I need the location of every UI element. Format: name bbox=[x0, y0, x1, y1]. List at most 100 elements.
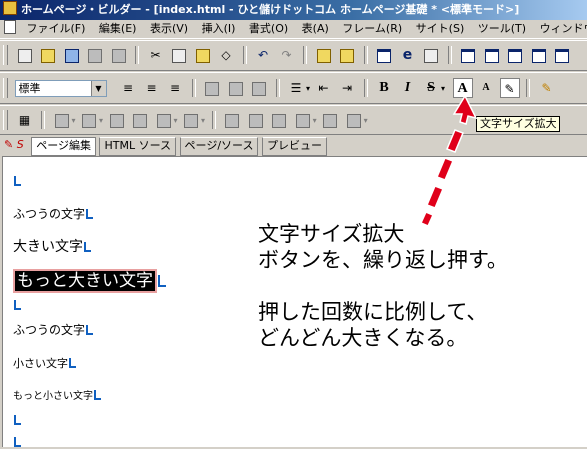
menu-edit[interactable]: 編集(E) bbox=[94, 20, 142, 38]
return-mark-icon bbox=[94, 390, 101, 400]
eraser-icon[interactable]: ◇ bbox=[216, 45, 236, 65]
empty-line[interactable] bbox=[13, 299, 21, 312]
dropdown-arrow-icon: ▾ bbox=[312, 116, 317, 125]
paragraph-style-select[interactable]: 標準 ▼ bbox=[14, 79, 107, 97]
cut-icon[interactable]: ✂ bbox=[146, 45, 166, 65]
row-props-icon[interactable] bbox=[246, 110, 266, 130]
toolbar-separator bbox=[275, 79, 280, 97]
toolbar-grip[interactable] bbox=[3, 78, 8, 98]
editor-line[interactable]: もっと大きい文字 bbox=[13, 266, 166, 293]
return-mark-icon bbox=[69, 358, 76, 368]
indent-icon[interactable]: ⇥ bbox=[337, 78, 357, 98]
undo-icon[interactable]: ↶ bbox=[253, 45, 273, 65]
toolbar-grip[interactable] bbox=[3, 110, 8, 130]
editor-line[interactable]: ふつうの文字 bbox=[13, 205, 94, 222]
menu-tools[interactable]: ツール(T) bbox=[473, 20, 531, 38]
table-align-icon[interactable] bbox=[269, 110, 289, 130]
site-icon[interactable] bbox=[552, 45, 572, 65]
delete-row-icon[interactable] bbox=[154, 110, 174, 130]
open-folder-icon[interactable] bbox=[38, 45, 58, 65]
menu-site[interactable]: サイト(S) bbox=[411, 20, 470, 38]
cell-color-icon[interactable] bbox=[293, 110, 313, 130]
publish-icon[interactable] bbox=[337, 45, 357, 65]
frame-icon[interactable] bbox=[482, 45, 502, 65]
annotation-line: どんどん大きくなる。 bbox=[258, 326, 468, 350]
menu-frame[interactable]: フレーム(R) bbox=[337, 20, 407, 38]
insert-row-icon[interactable] bbox=[52, 110, 72, 130]
menu-insert[interactable]: 挿入(I) bbox=[197, 20, 241, 38]
align-left-icon[interactable]: ≡ bbox=[118, 78, 138, 98]
toolbar-grip[interactable] bbox=[3, 45, 8, 65]
outdent-icon[interactable]: ⇤ bbox=[314, 78, 334, 98]
menu-format[interactable]: 書式(O) bbox=[244, 20, 293, 38]
font-size-decrease-button[interactable]: A bbox=[476, 78, 496, 98]
menu-table[interactable]: 表(A) bbox=[297, 20, 334, 38]
cell-border-icon[interactable] bbox=[320, 110, 340, 130]
editor-line[interactable]: ふつうの文字 bbox=[13, 321, 94, 338]
browser-icon[interactable]: e bbox=[398, 45, 418, 65]
align-right-icon[interactable]: ≡ bbox=[165, 78, 185, 98]
insert-column-icon[interactable] bbox=[79, 110, 99, 130]
split-cells-icon[interactable] bbox=[130, 110, 150, 130]
highlight-icon[interactable]: ✎ bbox=[537, 78, 557, 98]
tab-preview[interactable]: プレビュー bbox=[261, 137, 327, 156]
document-icon[interactable] bbox=[4, 20, 16, 34]
valign-top-icon[interactable] bbox=[202, 78, 222, 98]
layout-icon[interactable] bbox=[505, 45, 525, 65]
save-all-icon[interactable] bbox=[85, 45, 105, 65]
save-icon[interactable] bbox=[62, 45, 82, 65]
empty-line[interactable] bbox=[13, 436, 21, 449]
dropdown-arrow-icon: ▾ bbox=[99, 116, 104, 125]
editor-line[interactable]: 大きい文字 bbox=[13, 236, 91, 256]
list-dropdown-icon[interactable]: ▾ bbox=[306, 84, 310, 93]
text-color-icon[interactable]: ✎ bbox=[499, 78, 520, 98]
selected-larger-text[interactable]: もっと大きい文字 bbox=[13, 269, 157, 293]
toolbar-separator bbox=[303, 46, 307, 64]
redo-icon[interactable]: ↷ bbox=[277, 45, 297, 65]
menu-bar: ファイル(F) 編集(E) 表示(V) 挿入(I) 書式(O) 表(A) フレー… bbox=[0, 20, 587, 39]
normal-text: ふつうの文字 bbox=[13, 323, 86, 337]
new-file-icon[interactable] bbox=[15, 45, 35, 65]
tag-icon[interactable] bbox=[421, 45, 441, 65]
tab-page-edit[interactable]: ページ編集 bbox=[31, 137, 96, 156]
bullet-list-icon[interactable]: ☰ bbox=[286, 78, 306, 98]
insert-table-icon[interactable]: ▦ bbox=[15, 110, 35, 130]
align-center-icon[interactable]: ≡ bbox=[142, 78, 162, 98]
menu-file[interactable]: ファイル(F) bbox=[22, 20, 91, 38]
print-icon[interactable] bbox=[109, 45, 129, 65]
copy-icon[interactable] bbox=[169, 45, 189, 65]
style-dropdown-icon[interactable]: ▾ bbox=[441, 84, 445, 93]
cell-props-icon[interactable] bbox=[222, 110, 242, 130]
return-mark-icon bbox=[158, 275, 166, 287]
upload-icon[interactable] bbox=[314, 45, 334, 65]
page-preview-icon[interactable] bbox=[374, 45, 394, 65]
window-icon[interactable] bbox=[529, 45, 549, 65]
editor-line[interactable]: 小さい文字 bbox=[13, 355, 76, 371]
dropdown-arrow-icon: ▾ bbox=[71, 116, 76, 125]
menu-window[interactable]: ウィンドウ(W) bbox=[535, 20, 587, 38]
dropdown-arrow-icon[interactable]: ▼ bbox=[90, 80, 106, 96]
empty-line[interactable] bbox=[13, 414, 21, 427]
bold-button[interactable]: B bbox=[374, 78, 394, 98]
toolbar-separator bbox=[191, 79, 196, 97]
tab-page-source[interactable]: ページ/ソース bbox=[179, 137, 259, 156]
tooltip: 文字サイズ拡大 bbox=[476, 116, 560, 132]
view-mode-icon[interactable] bbox=[458, 45, 478, 65]
menu-view[interactable]: 表示(V) bbox=[145, 20, 193, 38]
italic-button[interactable]: I bbox=[398, 78, 418, 98]
cell-width-icon[interactable] bbox=[344, 110, 364, 130]
strikethrough-button[interactable]: S bbox=[421, 78, 441, 98]
paste-icon[interactable] bbox=[193, 45, 213, 65]
tab-html-source[interactable]: HTML ソース bbox=[99, 137, 177, 156]
merge-cells-icon[interactable] bbox=[107, 110, 127, 130]
valign-middle-icon[interactable] bbox=[226, 78, 246, 98]
view-tabs: ✎ S ページ編集 HTML ソース ページ/ソース プレビュー bbox=[0, 136, 587, 156]
font-size-increase-button[interactable]: A bbox=[452, 78, 473, 98]
annotation-line: 文字サイズ拡大 bbox=[258, 222, 405, 246]
empty-line[interactable] bbox=[13, 175, 21, 188]
format-toolbar: 標準 ▼ ≡ ≡ ≡ ☰ ▾ ⇤ ⇥ B I S ▾ A A ✎ ✎ bbox=[0, 72, 587, 104]
valign-bottom-icon[interactable] bbox=[249, 78, 269, 98]
editor-line[interactable]: もっと小さい文字 bbox=[13, 387, 101, 402]
title-bar: ホームページ・ビルダー - [index.html - ひと儲けドットコム ホー… bbox=[0, 0, 587, 20]
delete-column-icon[interactable] bbox=[181, 110, 201, 130]
